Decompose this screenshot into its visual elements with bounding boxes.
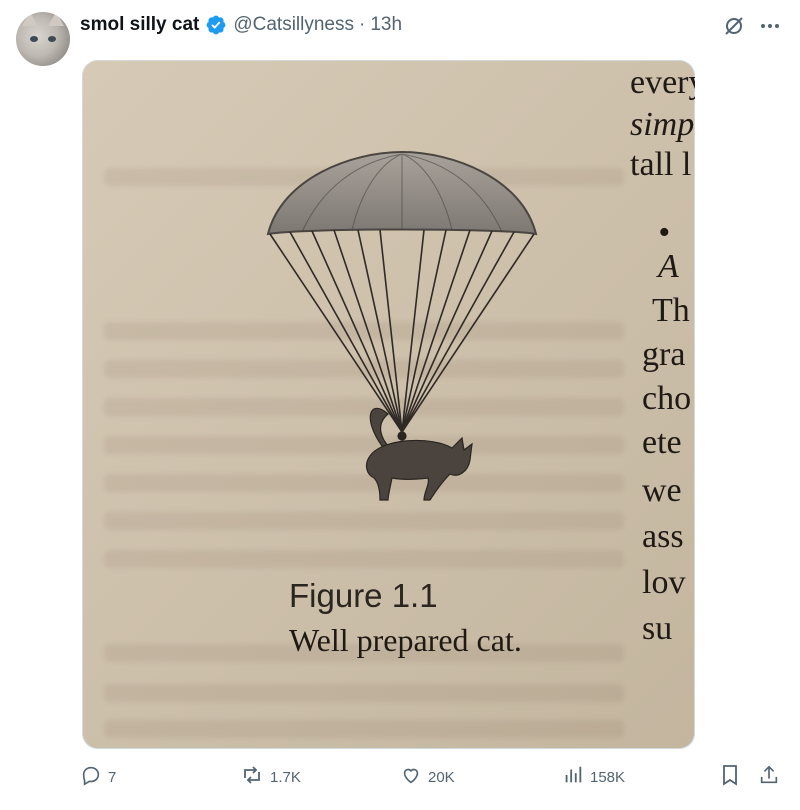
book-text-word: ass	[642, 518, 684, 555]
cat-figure	[365, 407, 473, 501]
grok-icon[interactable]	[722, 14, 746, 38]
avatar-eye-left	[30, 36, 38, 42]
tweet-header: smol silly cat @Catsillyness · 13h	[80, 12, 402, 38]
like-button[interactable]: 20K	[400, 764, 455, 790]
share-icon	[758, 764, 780, 790]
more-icon[interactable]	[758, 14, 782, 38]
book-text-word: simp	[630, 106, 695, 143]
avatar-eye-right	[48, 36, 56, 42]
repost-button[interactable]: 1.7K	[240, 764, 301, 790]
parachute-lines	[269, 229, 535, 433]
figure-caption: Well prepared cat.	[289, 622, 522, 658]
book-text-word: we	[642, 472, 682, 509]
faded-text-line	[104, 720, 624, 738]
avatar-ear-right	[48, 12, 64, 26]
handle[interactable]: @Catsillyness	[233, 14, 354, 36]
bookmark-button[interactable]	[720, 764, 740, 790]
avatar-ear-left	[22, 12, 38, 26]
faded-text-line	[104, 550, 624, 568]
faded-text-line	[104, 684, 624, 702]
top-right-actions	[722, 14, 782, 38]
tweet-image[interactable]: every simp tall l • A Th gra cho ete we …	[82, 60, 695, 749]
figure-label: Figure 1.1	[289, 577, 438, 614]
parachute-cat-illustration	[266, 150, 538, 501]
bookmark-icon	[720, 764, 740, 790]
share-button[interactable]	[758, 764, 780, 790]
separator-dot: ·	[359, 14, 366, 35]
verified-badge-icon	[205, 14, 227, 36]
book-text-word: su	[642, 610, 673, 647]
book-text-word: Th	[652, 292, 690, 329]
book-text-word: every	[630, 64, 695, 101]
book-text-word: • A	[658, 214, 679, 285]
like-count: 20K	[428, 768, 455, 786]
repost-icon	[240, 764, 264, 790]
views-icon	[562, 764, 584, 790]
repost-count: 1.7K	[270, 768, 301, 786]
like-icon	[400, 764, 422, 790]
views-count: 158K	[590, 768, 626, 786]
book-text-word: lov	[642, 564, 686, 601]
tweet-action-bar: 7 1.7K 20K 158K	[0, 764, 800, 796]
reply-button[interactable]: 7	[80, 764, 116, 790]
reply-icon	[80, 764, 102, 790]
timestamp[interactable]: 13h	[370, 14, 402, 36]
book-text-word: cho	[642, 380, 692, 417]
book-text-word: tall l	[630, 146, 692, 183]
reply-count: 7	[108, 768, 117, 786]
avatar[interactable]	[16, 12, 70, 66]
book-text-word: ete	[642, 424, 682, 461]
display-name[interactable]: smol silly cat	[80, 14, 199, 36]
book-text-word: gra	[642, 336, 686, 373]
views-button[interactable]: 158K	[562, 764, 625, 790]
